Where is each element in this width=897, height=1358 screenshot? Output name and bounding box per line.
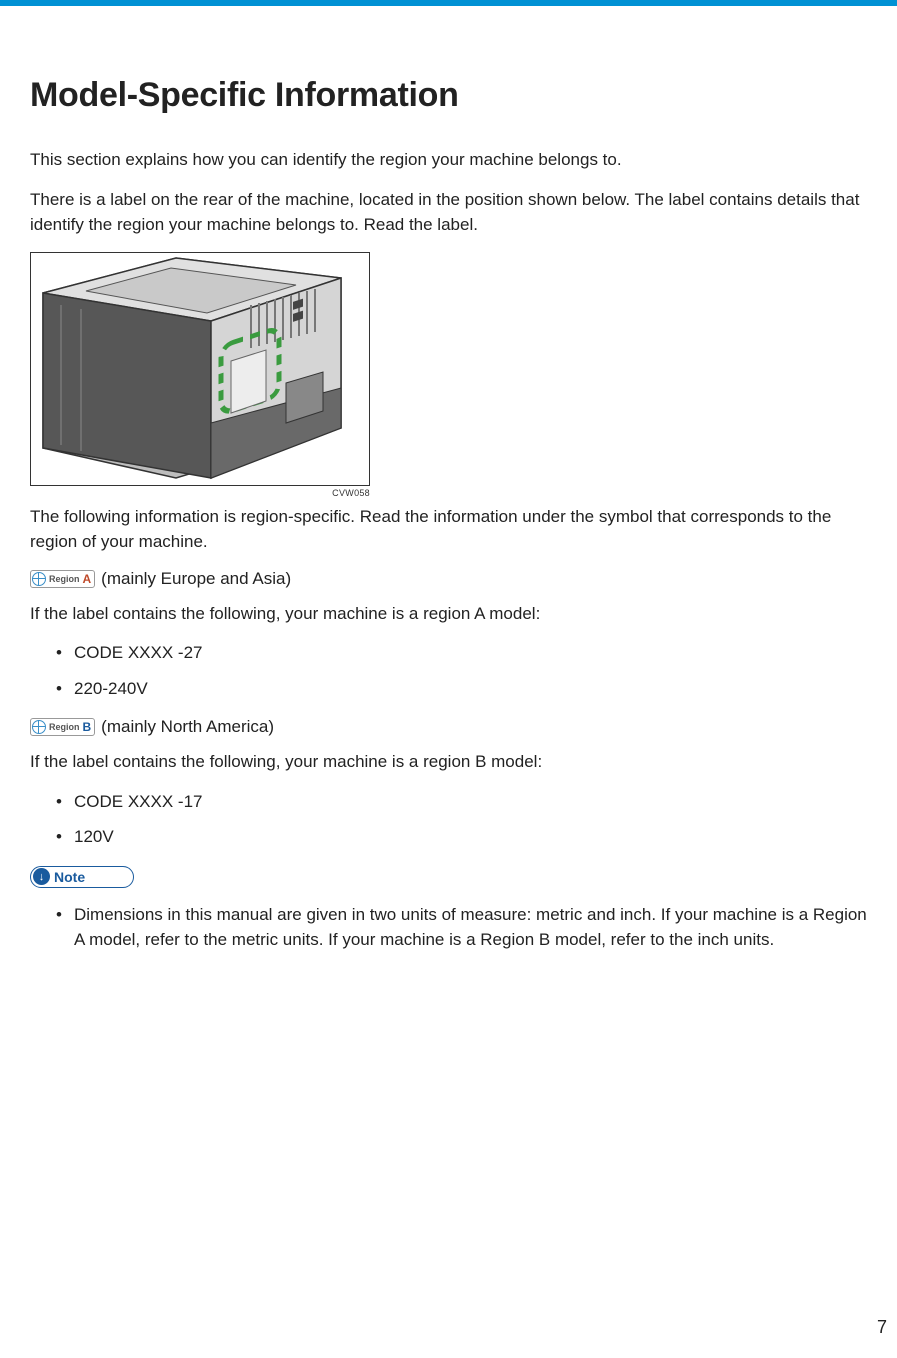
- list-item: 120V: [74, 824, 867, 850]
- list-item: Dimensions in this manual are given in t…: [74, 902, 867, 953]
- globe-icon: [32, 572, 46, 586]
- intro-paragraph-1: This section explains how you can identi…: [30, 147, 867, 173]
- region-b-list: CODE XXXX -17 120V: [74, 789, 867, 850]
- region-a-paragraph: If the label contains the following, you…: [30, 601, 867, 627]
- region-b-desc: (mainly North America): [101, 717, 274, 737]
- page-content: Model-Specific Information This section …: [0, 6, 897, 953]
- note-label: Note: [54, 869, 85, 885]
- note-badge: ↓ Note: [30, 866, 134, 888]
- page-heading: Model-Specific Information: [30, 76, 867, 115]
- list-item: CODE XXXX -27: [74, 640, 867, 666]
- globe-icon: [32, 720, 46, 734]
- region-a-badge: Region A: [30, 570, 95, 588]
- region-a-badge-label: Region: [49, 574, 80, 584]
- region-info-paragraph: The following information is region-spec…: [30, 504, 867, 555]
- region-b-letter: B: [83, 720, 92, 734]
- arrow-down-icon: ↓: [33, 868, 50, 885]
- intro-paragraph-2: There is a label on the rear of the mach…: [30, 187, 867, 238]
- note-list: Dimensions in this manual are given in t…: [74, 902, 867, 953]
- figure-caption: CVW058: [30, 488, 370, 498]
- region-a-line: Region A (mainly Europe and Asia): [30, 569, 867, 589]
- machine-figure: CVW058: [30, 252, 867, 498]
- printer-rear-illustration: [31, 253, 369, 486]
- region-a-letter: A: [83, 572, 92, 586]
- page-number: 7: [877, 1317, 887, 1338]
- region-b-line: Region B (mainly North America): [30, 717, 867, 737]
- region-b-paragraph: If the label contains the following, you…: [30, 749, 867, 775]
- machine-illustration-box: [30, 252, 370, 486]
- list-item: 220-240V: [74, 676, 867, 702]
- region-a-list: CODE XXXX -27 220-240V: [74, 640, 867, 701]
- region-b-badge: Region B: [30, 718, 95, 736]
- region-a-desc: (mainly Europe and Asia): [101, 569, 291, 589]
- region-b-badge-label: Region: [49, 722, 80, 732]
- list-item: CODE XXXX -17: [74, 789, 867, 815]
